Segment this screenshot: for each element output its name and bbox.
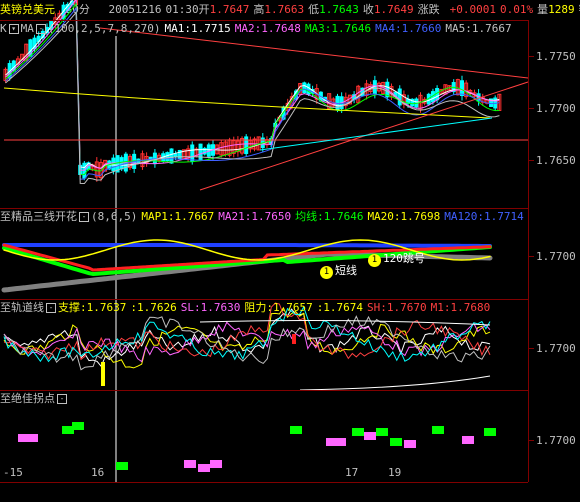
panel2-item-0: MAP1:1.7667 bbox=[141, 210, 215, 223]
signal-marker bbox=[404, 440, 416, 448]
panel2-legend: 至精品三线开花 - (8,6,5) MAP1:1.7667 MA21:1.7650 均线:… bbox=[0, 210, 528, 224]
x-label-3: 17 bbox=[345, 466, 359, 479]
main-settings-icon[interactable]: - bbox=[35, 24, 46, 34]
main-dropdown-icon[interactable]: ▾ bbox=[8, 24, 19, 34]
trend-line-cyan bbox=[259, 117, 493, 151]
annotation-text-2: 120跳号 bbox=[383, 252, 425, 265]
divider-panel2 bbox=[0, 208, 528, 209]
panel3-settings-icon[interactable]: - bbox=[46, 303, 56, 313]
candle-body bbox=[306, 83, 311, 95]
main-item-1: MA2:1.7648 bbox=[234, 22, 301, 35]
candle-body bbox=[302, 82, 307, 94]
signal-marker bbox=[184, 460, 196, 468]
panel2-params: (8,6,5) bbox=[91, 210, 138, 223]
annotation-120: 1 120跳号 bbox=[368, 250, 425, 267]
candle-body bbox=[190, 144, 195, 162]
divider-panel4 bbox=[0, 390, 528, 391]
main-items: MA1:1.7715 MA2:1.7648 MA3:1.7646 MA4:1.7660… bbox=[164, 22, 515, 35]
candle-body bbox=[397, 88, 402, 106]
panel2-settings-icon[interactable]: - bbox=[79, 212, 89, 222]
divider-bottom bbox=[0, 482, 528, 483]
candle-body bbox=[119, 157, 124, 170]
main-item-3: MA4:1.7660 bbox=[375, 22, 442, 35]
panel2-item-1: MA21:1.7650 bbox=[218, 210, 292, 223]
price-label-1: 1.7750 bbox=[536, 50, 576, 63]
signal-marker bbox=[210, 460, 222, 468]
panel2-name[interactable]: 至精品三线开花 bbox=[0, 210, 77, 223]
price-tick-3 bbox=[528, 160, 534, 161]
panel3-item-0: 支撑:1.7637 bbox=[58, 301, 127, 314]
signal-marker bbox=[390, 438, 402, 446]
candle-body bbox=[169, 148, 174, 164]
panel3-item-1: :1.7626 bbox=[130, 301, 177, 314]
chart-canvas[interactable] bbox=[0, 0, 580, 502]
panel4-price-label: 1.7700 bbox=[536, 434, 576, 447]
signal-marker bbox=[364, 432, 376, 440]
p3-line-1 bbox=[3, 306, 491, 369]
signal-marker bbox=[26, 434, 38, 442]
price-axis bbox=[528, 20, 529, 482]
signal-marker bbox=[484, 428, 496, 436]
signal-marker bbox=[116, 462, 128, 470]
p3-line-0 bbox=[3, 308, 491, 368]
signal-marker bbox=[290, 426, 302, 434]
price-tick-p3 bbox=[528, 348, 534, 349]
price-tick-1 bbox=[528, 56, 534, 57]
main-item-4: MA5:1.7667 bbox=[445, 22, 512, 35]
x-label-4: 19 bbox=[388, 466, 402, 479]
panel2-item-2: 均线:1.7646 bbox=[295, 210, 364, 223]
signal-marker bbox=[376, 428, 388, 436]
panel3-items: 支撑:1.7637:1.7626 SL:1.7630 阻力:1.7657:1.767… bbox=[58, 301, 494, 314]
divider-panel3 bbox=[0, 299, 528, 300]
annotation-short-line: 1 短线 bbox=[320, 262, 357, 279]
signal-marker bbox=[352, 428, 364, 436]
panel2-item-3: MA20:1.7698 bbox=[367, 210, 441, 223]
ma-line-5 bbox=[5, 11, 500, 185]
panel3-item-2: SL:1.7630 bbox=[180, 301, 241, 314]
panel2-items: MAP1:1.7667 MA21:1.7650 均线:1.7646 MA20:1.76… bbox=[141, 210, 527, 223]
panel3-item-5: SH:1.7670 bbox=[367, 301, 427, 314]
signal-marker bbox=[72, 422, 84, 430]
panel4-settings-icon[interactable]: - bbox=[57, 394, 67, 404]
x-label-1: -15 bbox=[3, 466, 23, 479]
x-label-2: 16 bbox=[91, 466, 105, 479]
p3-upper-curve bbox=[199, 320, 491, 326]
candle-body bbox=[165, 152, 170, 162]
price-tick-2 bbox=[528, 108, 534, 109]
panel3-item-6: M1:1.7680 bbox=[430, 301, 491, 314]
annotation-badge-1: 1 bbox=[320, 266, 333, 279]
main-indicator-name[interactable]: MA bbox=[21, 22, 34, 35]
candle-body bbox=[460, 80, 464, 97]
price-label-3: 1.7650 bbox=[536, 154, 576, 167]
price-tick-p2 bbox=[528, 256, 534, 257]
main-params: (100,2,5,7,8,270) bbox=[47, 22, 161, 35]
price-label-2: 1.7700 bbox=[536, 102, 576, 115]
price-tick-p4 bbox=[528, 440, 534, 441]
panel3-price-label: 1.7700 bbox=[536, 342, 576, 355]
panel3-name[interactable]: 至轨道线 bbox=[0, 301, 44, 314]
main-item-2: MA3:1.7646 bbox=[304, 22, 372, 35]
panel3-item-3: 阻力:1.7657 bbox=[244, 301, 313, 314]
main-indicator-legend: K ▾ MA - (100,2,5,7,8,270) MA1:1.7715 MA2:1.76… bbox=[0, 22, 516, 36]
signal-marker bbox=[432, 426, 444, 434]
panel3-item-4: :1.7674 bbox=[316, 301, 364, 314]
panel4-name[interactable]: 至绝佳拐点 bbox=[0, 392, 55, 405]
annotation-text-1: 短线 bbox=[335, 264, 357, 277]
p3-lower-curve bbox=[299, 375, 491, 391]
annotation-badge-2: 1 bbox=[368, 254, 381, 267]
p2-blue-band bbox=[2, 243, 492, 248]
main-panel-name: K bbox=[0, 22, 7, 35]
panel2-item-4: MA120:1.7714 bbox=[444, 210, 524, 223]
p3-yellow-bar bbox=[101, 362, 105, 386]
signal-marker bbox=[334, 438, 346, 446]
p3-red-bar bbox=[292, 334, 296, 344]
signal-marker bbox=[198, 464, 210, 472]
divider-main-top bbox=[0, 20, 528, 21]
panel4-legend: 至绝佳拐点 - bbox=[0, 392, 69, 406]
candle-body bbox=[244, 136, 249, 155]
panel3-legend: 至轨道线 - 支撑:1.7637:1.7626 SL:1.7630 阻力:1.7657:… bbox=[0, 301, 494, 315]
main-item-0: MA1:1.7715 bbox=[164, 22, 231, 35]
panel2-price-label: 1.7700 bbox=[536, 250, 576, 263]
signal-marker bbox=[462, 436, 474, 444]
